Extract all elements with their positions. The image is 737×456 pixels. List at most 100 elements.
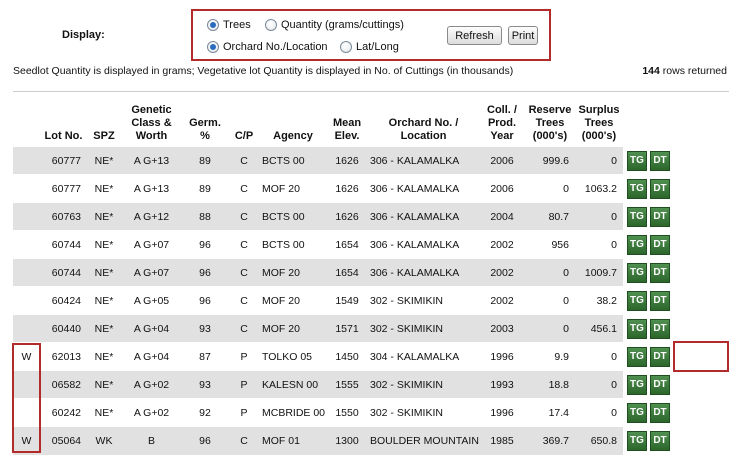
tg-button[interactable]: TG (627, 150, 647, 171)
dt-button[interactable]: DT (650, 346, 670, 367)
cell-year: 1985 (479, 426, 525, 455)
cell-cp: C (228, 258, 260, 287)
tg-button[interactable]: TG (627, 290, 647, 311)
cell-actions: TG DT (623, 370, 729, 399)
cell-genetic: A G+04 (121, 342, 182, 371)
orchard-radio[interactable] (207, 41, 219, 53)
cell-year: 2003 (479, 314, 525, 343)
tg-button[interactable]: TG (627, 318, 647, 339)
cell-genetic: A G+02 (121, 398, 182, 427)
cell-cp: C (228, 146, 260, 175)
trees-radio[interactable] (207, 19, 219, 31)
tg-button[interactable]: TG (627, 206, 647, 227)
col-cp-header: C/P (234, 130, 254, 142)
cell-cp: P (228, 398, 260, 427)
quantity-option[interactable]: Quantity (grams/cuttings) (265, 19, 404, 31)
orchard-option[interactable]: Orchard No./Location (207, 41, 328, 53)
cell-w (13, 146, 40, 175)
col-germ-header: Germ.% (189, 117, 221, 142)
cell-reserve: 18.8 (525, 370, 575, 399)
dt-button[interactable]: DT (650, 402, 670, 423)
dt-button[interactable]: DT (650, 150, 670, 171)
cell-orchard: 302 - SKIMIKIN (368, 370, 479, 399)
cell-agency: MOF 20 (260, 286, 326, 315)
cell-surplus: 1009.7 (575, 258, 623, 287)
cell-surplus: 38.2 (575, 286, 623, 315)
cell-genetic: A G+07 (121, 258, 182, 287)
cell-elev: 1626 (326, 146, 368, 175)
tg-button[interactable]: TG (627, 402, 647, 423)
dt-button[interactable]: DT (650, 234, 670, 255)
cell-actions: TG DT (623, 286, 729, 315)
cell-actions: TG DT (623, 202, 729, 231)
orchard-label[interactable]: Orchard No./Location (223, 41, 328, 53)
dt-button[interactable]: DT (650, 206, 670, 227)
cell-spz: NE* (87, 370, 121, 399)
dt-button[interactable]: DT (650, 290, 670, 311)
tg-button[interactable]: TG (627, 346, 647, 367)
cell-orchard: 302 - SKIMIKIN (368, 398, 479, 427)
cell-orchard: 302 - SKIMIKIN (368, 314, 479, 343)
latlong-radio[interactable] (340, 41, 352, 53)
col-year-header: Coll. / Prod. Year (487, 104, 517, 142)
cell-orchard: 306 - KALAMALKA (368, 146, 479, 175)
cell-germ: 87 (182, 342, 228, 371)
tg-button[interactable]: TG (627, 262, 647, 283)
cell-genetic: A G+13 (121, 146, 182, 175)
cell-w (13, 286, 40, 315)
cell-lot: 60763 (40, 202, 87, 231)
cell-agency: BCTS 00 (260, 146, 326, 175)
cell-genetic: B (121, 426, 182, 455)
cell-reserve: 369.7 (525, 426, 575, 455)
quantity-label[interactable]: Quantity (grams/cuttings) (281, 19, 404, 31)
cell-actions: TG DT (623, 258, 729, 287)
cell-lot: 60777 (40, 146, 87, 175)
cell-w (13, 202, 40, 231)
cell-genetic: A G+07 (121, 230, 182, 259)
cell-spz: NE* (87, 146, 121, 175)
cell-lot: 60744 (40, 230, 87, 259)
cell-genetic: A G+05 (121, 286, 182, 315)
cell-spz: NE* (87, 342, 121, 371)
print-button[interactable]: Print (508, 26, 538, 45)
col-lot-header: Lot No. (44, 130, 83, 142)
cell-cp: C (228, 202, 260, 231)
cell-agency: MOF 20 (260, 314, 326, 343)
cell-actions: TG DT (623, 146, 729, 175)
dt-button[interactable]: DT (650, 262, 670, 283)
refresh-button[interactable]: Refresh (447, 26, 502, 45)
cell-reserve: 0 (525, 314, 575, 343)
cell-year: 1993 (479, 370, 525, 399)
tg-button[interactable]: TG (627, 178, 647, 199)
dt-button[interactable]: DT (650, 374, 670, 395)
cell-orchard: 306 - KALAMALKA (368, 202, 479, 231)
cell-elev: 1654 (326, 258, 368, 287)
quantity-radio[interactable] (265, 19, 277, 31)
cell-spz: NE* (87, 286, 121, 315)
col-elev-header: Mean Elev. (332, 117, 362, 142)
cell-spz: NE* (87, 202, 121, 231)
cell-cp: C (228, 314, 260, 343)
latlong-label[interactable]: Lat/Long (356, 41, 399, 53)
col-agency-header: Agency (273, 130, 313, 142)
tg-button[interactable]: TG (627, 374, 647, 395)
trees-label[interactable]: Trees (223, 19, 251, 31)
dt-button[interactable]: DT (650, 178, 670, 199)
cell-w (13, 230, 40, 259)
trees-option[interactable]: Trees (207, 19, 251, 31)
cell-year: 2002 (479, 258, 525, 287)
cell-cp: P (228, 342, 260, 371)
cell-spz: NE* (87, 398, 121, 427)
cell-agency: MCBRIDE 00 (260, 398, 326, 427)
table-row: 60763 NE* A G+12 88 C BCTS 00 1626 306 - KALAMA… (13, 202, 729, 231)
tg-button[interactable]: TG (627, 234, 647, 255)
col-genetic-header: Genetic Class & Worth (131, 104, 172, 142)
cell-germ: 92 (182, 398, 228, 427)
cell-germ: 93 (182, 314, 228, 343)
tg-button[interactable]: TG (627, 430, 647, 451)
cell-reserve: 9.9 (525, 342, 575, 371)
dt-button[interactable]: DT (650, 430, 670, 451)
cell-reserve: 0 (525, 174, 575, 203)
dt-button[interactable]: DT (650, 318, 670, 339)
latlong-option[interactable]: Lat/Long (340, 41, 399, 53)
